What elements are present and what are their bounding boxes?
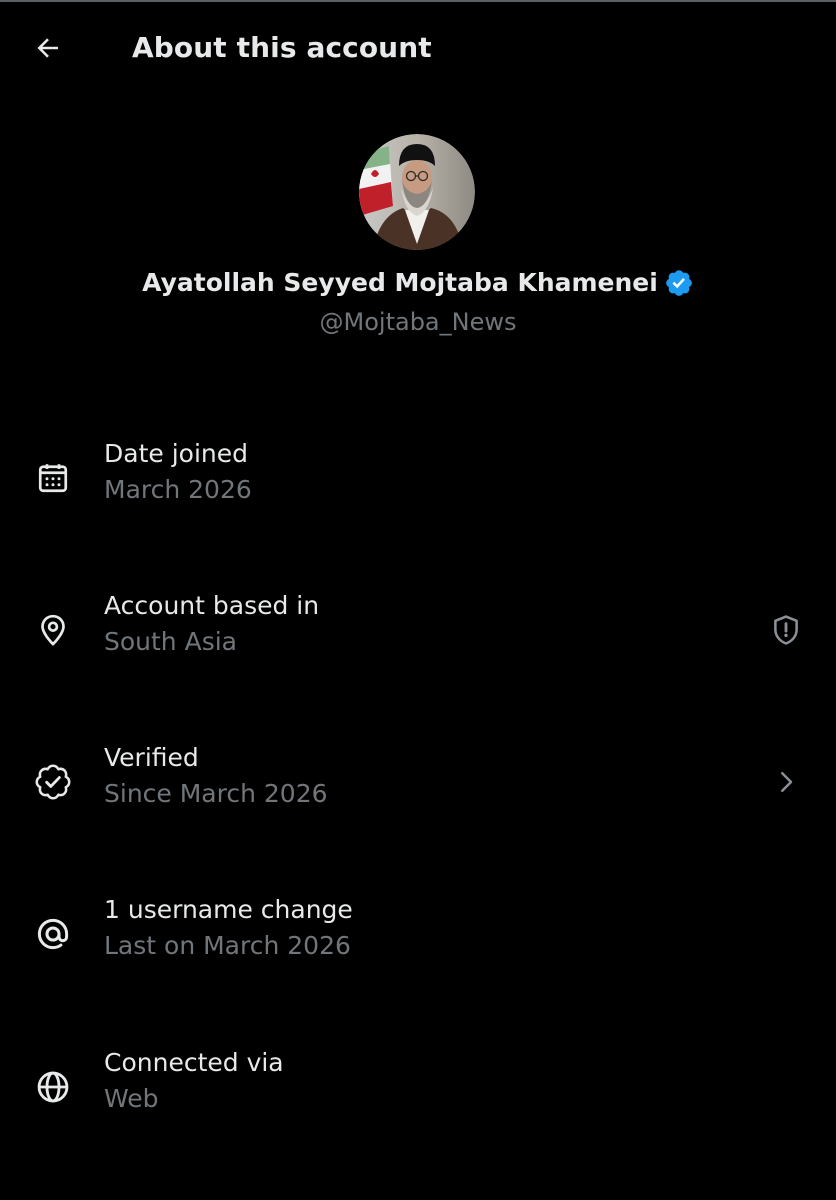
row-title: Account based in (104, 591, 320, 620)
row-subtitle: Web (104, 1084, 159, 1113)
calendar-icon (33, 458, 73, 498)
avatar[interactable] (359, 134, 475, 250)
row-title: Date joined (104, 439, 248, 468)
chevron-right-icon (766, 762, 806, 802)
back-button[interactable] (26, 28, 70, 68)
row-subtitle: Last on March 2026 (104, 931, 351, 960)
location-pin-icon (33, 610, 73, 650)
info-row-connected-via: Connected via Web (0, 1045, 836, 1145)
at-sign-icon (33, 914, 73, 954)
account-handle: @Mojtaba_News (319, 308, 517, 336)
display-name: Ayatollah Seyyed Mojtaba Khamenei (142, 268, 658, 297)
row-title: Verified (104, 743, 199, 772)
row-title: 1 username change (104, 895, 353, 924)
top-app-bar: About this account (0, 0, 836, 96)
profile-photo (359, 134, 475, 250)
verified-badge-icon[interactable] (664, 268, 694, 298)
info-row-account-based-in: Account based in South Asia (0, 588, 836, 688)
info-row-username-change: 1 username change Last on March 2026 (0, 892, 836, 992)
verified-outline-icon (33, 762, 73, 802)
row-title: Connected via (104, 1048, 284, 1077)
row-subtitle: South Asia (104, 627, 237, 656)
arrow-left-icon (37, 38, 58, 58)
row-subtitle: Since March 2026 (104, 779, 328, 808)
shield-alert-icon[interactable] (766, 610, 806, 650)
info-row-date-joined: Date joined March 2026 (0, 436, 836, 536)
page-title: About this account (132, 31, 432, 64)
name-row: Ayatollah Seyyed Mojtaba Khamenei (0, 266, 836, 300)
info-row-verified[interactable]: Verified Since March 2026 (0, 740, 836, 840)
row-subtitle: March 2026 (104, 475, 252, 504)
globe-icon (33, 1067, 73, 1107)
